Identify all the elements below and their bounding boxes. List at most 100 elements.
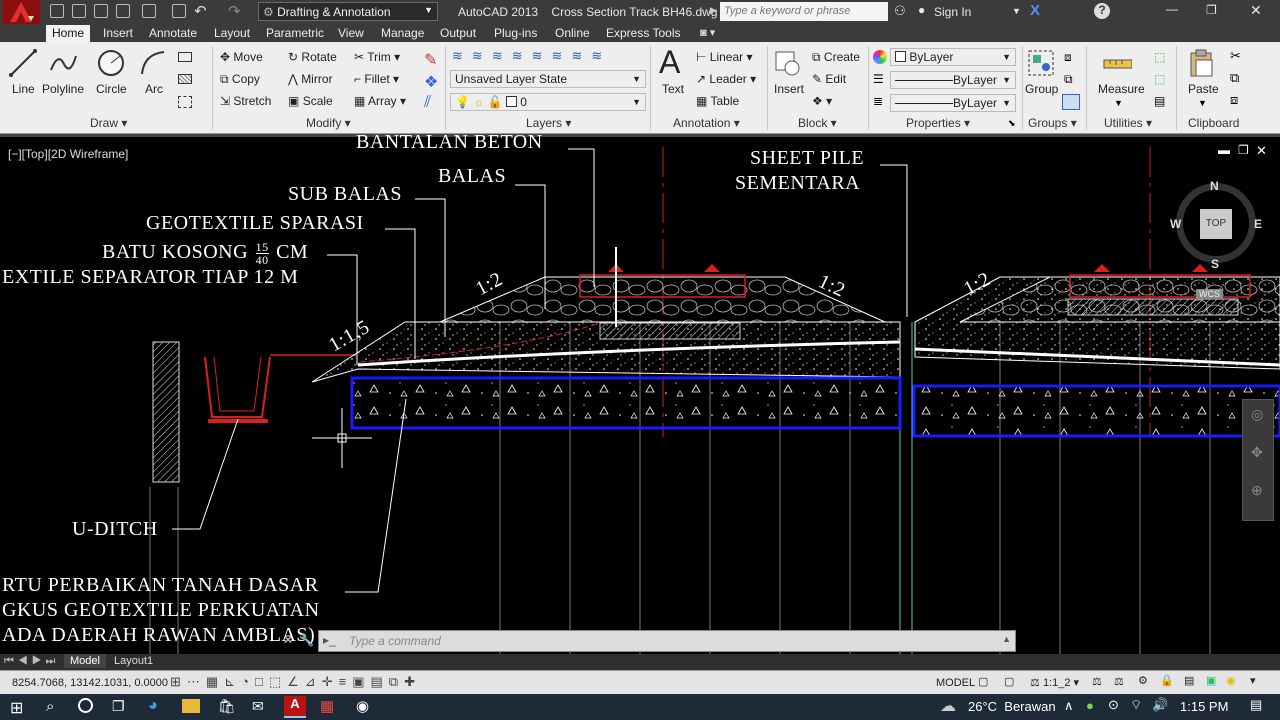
annotation-visibility-icon[interactable]: ⚖	[1092, 675, 1102, 688]
tab-layout1[interactable]: Layout1	[110, 654, 157, 668]
drawing-canvas[interactable]: [−][Top][2D Wireframe] ▬ ❐ ✕ TOP N S W E…	[0, 131, 1280, 657]
viewport-restore-button[interactable]: ❐	[1238, 143, 1249, 157]
offset-icon[interactable]: ⫽	[424, 94, 431, 112]
measure-icon[interactable]	[1102, 50, 1132, 80]
pan-icon[interactable]: ✥	[1251, 444, 1263, 461]
save-as-icon[interactable]	[116, 4, 130, 18]
workspace-switching-icon[interactable]: ⚙	[1138, 674, 1148, 687]
groups-panel-title[interactable]: Groups ▾	[1028, 116, 1077, 130]
line-icon[interactable]	[8, 48, 38, 78]
explode-icon[interactable]: ❖	[424, 72, 438, 92]
circle-button[interactable]: Circle	[96, 82, 127, 96]
minimize-button[interactable]: —	[1166, 2, 1178, 16]
text-icon[interactable]: A	[659, 44, 680, 81]
annotation-panel-title[interactable]: Annotation ▾	[673, 116, 740, 130]
notification-icon[interactable]: ▤	[1250, 697, 1262, 713]
polyline-button[interactable]: Polyline	[42, 82, 84, 96]
transparency-icon[interactable]: ▣	[352, 674, 370, 689]
layout-nav-arrows[interactable]: ⏮◀▶⏭	[4, 655, 59, 668]
leader-button[interactable]: ↗ Leader ▾	[696, 72, 756, 86]
edge-browser-icon[interactable]: ◕	[148, 697, 158, 715]
isolate-objects-icon[interactable]: ▣	[1206, 674, 1216, 687]
tray-app-icon[interactable]: ●	[1086, 698, 1094, 713]
viewport-close-button[interactable]: ✕	[1256, 143, 1267, 159]
chevron-up-icon[interactable]: ▲	[1002, 634, 1011, 644]
rectangle-icon[interactable]	[178, 52, 192, 62]
array-button[interactable]: ▦ Array ▾	[354, 94, 406, 108]
binoculars-icon[interactable]: ⚇	[894, 3, 906, 19]
command-settings-icon[interactable]: 🔧	[299, 633, 314, 647]
layer-off-icon[interactable]: ≋	[512, 48, 532, 63]
compass-north[interactable]: N	[1210, 179, 1219, 193]
text-button[interactable]: Text	[662, 82, 684, 96]
viewport-minimize-button[interactable]: ▬	[1218, 143, 1230, 157]
copy-button[interactable]: ⧉ Copy	[220, 72, 260, 87]
dynamic-input-icon[interactable]: ✛	[322, 674, 339, 689]
insert-block-icon[interactable]	[772, 48, 802, 78]
redo-icon[interactable]: ↷	[228, 2, 241, 20]
group-edit-icon[interactable]: ⧉	[1064, 72, 1073, 87]
wcs-label[interactable]: WCS	[1196, 289, 1223, 299]
command-input[interactable]: Type a command	[349, 634, 441, 648]
zoom-icon[interactable]: ⊕	[1251, 482, 1263, 499]
chevron-down-icon[interactable]: ▼	[1198, 98, 1207, 108]
tab-express-tools[interactable]: Express Tools	[600, 25, 686, 42]
polar-tracking-icon[interactable]: ◔	[241, 674, 255, 689]
file-explorer-icon[interactable]	[182, 699, 200, 713]
chevron-down-icon[interactable]: ▼	[1114, 98, 1123, 108]
task-view-icon[interactable]: ❐	[112, 698, 125, 715]
close-button[interactable]: ✕	[1250, 2, 1262, 19]
app-grid-icon[interactable]: ▦	[320, 697, 334, 715]
table-button[interactable]: ▦ Table	[696, 94, 739, 108]
chevron-right-icon[interactable]: ▶	[710, 5, 717, 16]
cortana-icon[interactable]	[78, 698, 93, 713]
model-space-button[interactable]: MODEL	[936, 677, 975, 689]
windows-start-icon[interactable]: ⊞	[10, 698, 23, 718]
hatch-icon[interactable]	[178, 74, 192, 84]
grid-display-icon[interactable]: ▦	[206, 674, 224, 689]
group-select-icon[interactable]	[1062, 94, 1080, 110]
tab-home[interactable]: Home	[46, 25, 91, 42]
layers-panel-title[interactable]: Layers ▾	[526, 116, 571, 130]
group-button[interactable]: Group	[1025, 82, 1058, 96]
tab-insert[interactable]: Insert	[97, 25, 139, 42]
annotation-scale-dropdown[interactable]: ⚖ 1:1_2 ▾	[1030, 676, 1079, 689]
lineweight-dropdown[interactable]: ByLayer ▼	[890, 94, 1016, 112]
arc-icon[interactable]	[138, 48, 168, 78]
snap-mode-icon[interactable]: ⋯	[187, 674, 206, 689]
paste-button[interactable]: Paste	[1188, 82, 1219, 96]
viewport-controls-label[interactable]: [−][Top][2D Wireframe]	[8, 147, 128, 161]
3d-osnap-icon[interactable]: ⬚	[269, 674, 287, 689]
layer-freeze-icon[interactable]: ≋	[492, 48, 512, 63]
wifi-icon[interactable]: ⌔	[1130, 697, 1142, 713]
weather-widget[interactable]: 26°C Berawan	[968, 699, 1056, 714]
undo-icon[interactable]: ↶	[194, 2, 207, 20]
workspace-dropdown[interactable]: ⚙ Drafting & Annotation ▼	[258, 2, 438, 21]
new-file-icon[interactable]	[50, 4, 64, 18]
tab-plug-ins[interactable]: Plug-ins	[488, 25, 543, 42]
color-dropdown[interactable]: ByLayer ▼	[890, 48, 1016, 66]
tab-view[interactable]: View	[332, 25, 370, 42]
tab-annotate[interactable]: Annotate	[143, 25, 203, 42]
layer-previous-icon[interactable]: ≋	[552, 48, 572, 63]
tray-chevron-icon[interactable]: ∧	[1064, 698, 1074, 714]
arc-button[interactable]: Arc	[145, 82, 163, 96]
linetype-dropdown[interactable]: ByLayer ▼	[890, 71, 1016, 89]
create-block-button[interactable]: ⧉ Create	[812, 50, 860, 65]
quick-select-icon[interactable]: ⬚	[1154, 50, 1165, 64]
layer-lock-icon[interactable]: ≋	[571, 48, 591, 63]
dynamic-ucs-icon[interactable]: ⊿	[305, 674, 322, 689]
select-all-icon[interactable]: ⬚	[1154, 72, 1165, 86]
modify-panel-title[interactable]: Modify ▾	[306, 116, 351, 130]
coordinate-readout[interactable]: 8254.7068, 13142.1031, 0.0000	[12, 677, 168, 689]
copy-clip-icon[interactable]: ⧉	[1230, 70, 1239, 86]
annotation-monitor-icon[interactable]: ✚	[404, 674, 421, 689]
measure-button[interactable]: Measure	[1098, 82, 1145, 96]
save-icon[interactable]	[94, 4, 108, 18]
line-button[interactable]: Line	[12, 82, 35, 96]
draw-panel-title[interactable]: Draw ▾	[90, 116, 127, 130]
rotate-button[interactable]: ↻ Rotate	[288, 50, 337, 64]
tab-output[interactable]: Output	[434, 25, 482, 42]
linear-button[interactable]: ⊢ Linear ▾	[696, 50, 753, 64]
ortho-mode-icon[interactable]: ⊾	[224, 674, 241, 689]
